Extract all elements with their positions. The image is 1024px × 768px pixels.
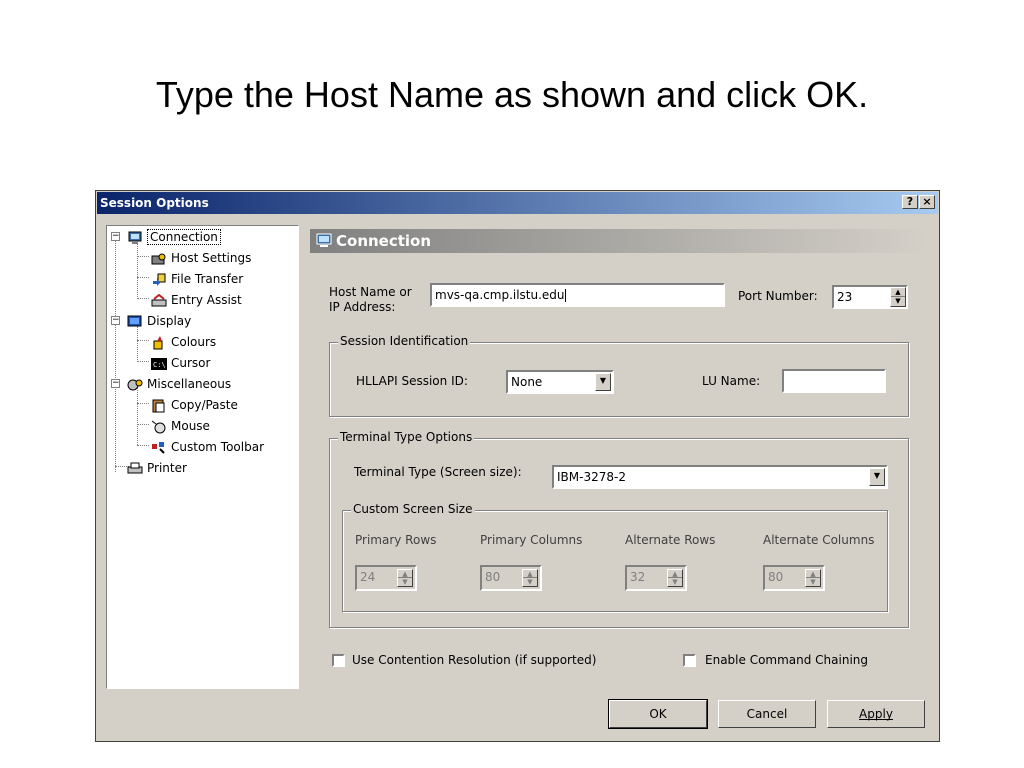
tree-item-copy-paste[interactable]: Copy/Paste: [151, 396, 238, 414]
slide-title: Type the Host Name as shown and click OK…: [155, 74, 869, 115]
terminal-type-select[interactable]: IBM-3278-2 ▼: [552, 465, 888, 489]
alternate-columns-input: 80 ▲ ▼: [763, 565, 825, 591]
tree-item-mouse[interactable]: Mouse: [151, 417, 210, 435]
printer-icon: [127, 462, 143, 476]
ok-button[interactable]: OK: [608, 699, 708, 729]
svg-text:C:\: C:\: [153, 361, 166, 369]
help-button[interactable]: ?: [902, 195, 918, 209]
spin-down-icon: ▼: [810, 578, 816, 586]
connection-icon: [127, 231, 143, 245]
port-number-label: Port Number:: [738, 289, 818, 303]
session-identification-group: Session Identification HLLAPI Session ID…: [329, 334, 909, 417]
tree-item-entry-assist[interactable]: Entry Assist: [151, 291, 242, 309]
tree-item-printer[interactable]: Printer: [127, 459, 187, 477]
tree-item-display[interactable]: Display: [127, 312, 191, 330]
chevron-down-icon[interactable]: ▼: [595, 373, 611, 391]
tree-item-custom-toolbar[interactable]: Custom Toolbar: [151, 438, 264, 456]
apply-button[interactable]: Apply: [827, 700, 925, 728]
text-caret: [564, 289, 566, 302]
spin-down-icon: ▼: [527, 578, 533, 586]
alternate-rows-input: 32 ▲ ▼: [625, 565, 687, 591]
alternate-rows-label: Alternate Rows: [625, 533, 716, 547]
alternate-rows-spinner: ▲ ▼: [667, 569, 683, 587]
spin-up-icon: ▲: [806, 570, 820, 578]
close-button[interactable]: ×: [919, 195, 935, 209]
copy-paste-icon: [151, 399, 167, 413]
primary-columns-input: 80 ▲ ▼: [480, 565, 542, 591]
dialog-title: Session Options: [100, 196, 209, 210]
tree-item-file-transfer[interactable]: File Transfer: [151, 270, 243, 288]
chevron-down-icon[interactable]: ▼: [869, 468, 885, 486]
tree-item-connection[interactable]: Connection: [127, 228, 221, 246]
contention-resolution-label: Use Contention Resolution (if supported): [352, 653, 597, 667]
mouse-icon: [151, 420, 167, 434]
custom-screen-size-legend: Custom Screen Size: [351, 502, 475, 516]
tree-item-host-settings[interactable]: Host Settings: [151, 249, 251, 267]
colours-icon: [151, 335, 167, 350]
spin-down-icon: ▼: [672, 578, 678, 586]
spin-down-icon: ▼: [402, 578, 408, 586]
hllapi-session-select[interactable]: None ▼: [506, 370, 614, 394]
alternate-columns-spinner: ▲ ▼: [805, 569, 821, 587]
options-tree[interactable]: − − − Connection Host Settings File Tran…: [106, 225, 299, 689]
lu-name-input[interactable]: [782, 369, 886, 393]
lu-name-label: LU Name:: [702, 374, 761, 388]
spin-up-icon: ▲: [668, 570, 682, 578]
primary-rows-label: Primary Rows: [355, 533, 437, 547]
port-number-input[interactable]: 23 ▲ ▼: [832, 285, 908, 309]
terminal-type-label: Terminal Type (Screen size):: [354, 465, 522, 479]
terminal-type-group: Terminal Type Options Terminal Type (Scr…: [329, 430, 909, 628]
contention-resolution-checkbox[interactable]: [332, 654, 345, 667]
primary-rows-spinner: ▲ ▼: [397, 569, 413, 587]
collapse-connection-toggle[interactable]: −: [111, 232, 120, 241]
display-icon: [127, 315, 143, 329]
port-number-spinner[interactable]: ▲ ▼: [890, 287, 906, 307]
spin-up-icon: ▲: [398, 570, 412, 578]
terminal-type-legend: Terminal Type Options: [338, 430, 475, 444]
hllapi-session-label: HLLAPI Session ID:: [356, 374, 468, 388]
file-transfer-icon: [151, 273, 167, 287]
panel-header: Connection: [310, 229, 928, 253]
session-identification-legend: Session Identification: [338, 334, 471, 348]
spin-up-icon[interactable]: ▲: [891, 288, 905, 297]
cursor-icon: C:\: [151, 357, 167, 371]
session-options-dialog: Session Options ? × − − − Connection Hos…: [95, 190, 940, 742]
command-chaining-checkbox[interactable]: [683, 654, 696, 667]
spin-down-icon[interactable]: ▼: [891, 297, 905, 306]
collapse-misc-toggle[interactable]: −: [111, 379, 120, 388]
primary-rows-input: 24 ▲ ▼: [355, 565, 417, 591]
command-chaining-label: Enable Command Chaining: [705, 653, 869, 667]
host-settings-icon: [151, 252, 167, 266]
connection-header-icon: [315, 233, 333, 252]
cancel-button[interactable]: Cancel: [718, 700, 816, 728]
host-name-label-1: Host Name or: [329, 285, 412, 299]
custom-screen-size-group: Custom Screen Size Primary Rows Primary …: [342, 502, 888, 612]
primary-columns-label: Primary Columns: [480, 533, 583, 547]
spin-up-icon: ▲: [523, 570, 537, 578]
host-name-input[interactable]: mvs-qa.cmp.ilstu.edu: [430, 283, 725, 307]
tree-item-colours[interactable]: Colours: [151, 333, 216, 351]
entry-assist-icon: [151, 293, 167, 308]
alternate-columns-label: Alternate Columns: [763, 533, 875, 547]
collapse-display-toggle[interactable]: −: [111, 316, 120, 325]
tree-item-cursor[interactable]: C:\ Cursor: [151, 354, 210, 372]
miscellaneous-icon: [127, 378, 143, 392]
host-name-label-2: IP Address:: [329, 300, 396, 314]
panel-title: Connection: [336, 232, 432, 250]
custom-toolbar-icon: [151, 441, 167, 455]
primary-columns-spinner: ▲ ▼: [522, 569, 538, 587]
tree-item-miscellaneous[interactable]: Miscellaneous: [127, 375, 231, 393]
dialog-titlebar[interactable]: Session Options ? ×: [97, 192, 938, 214]
